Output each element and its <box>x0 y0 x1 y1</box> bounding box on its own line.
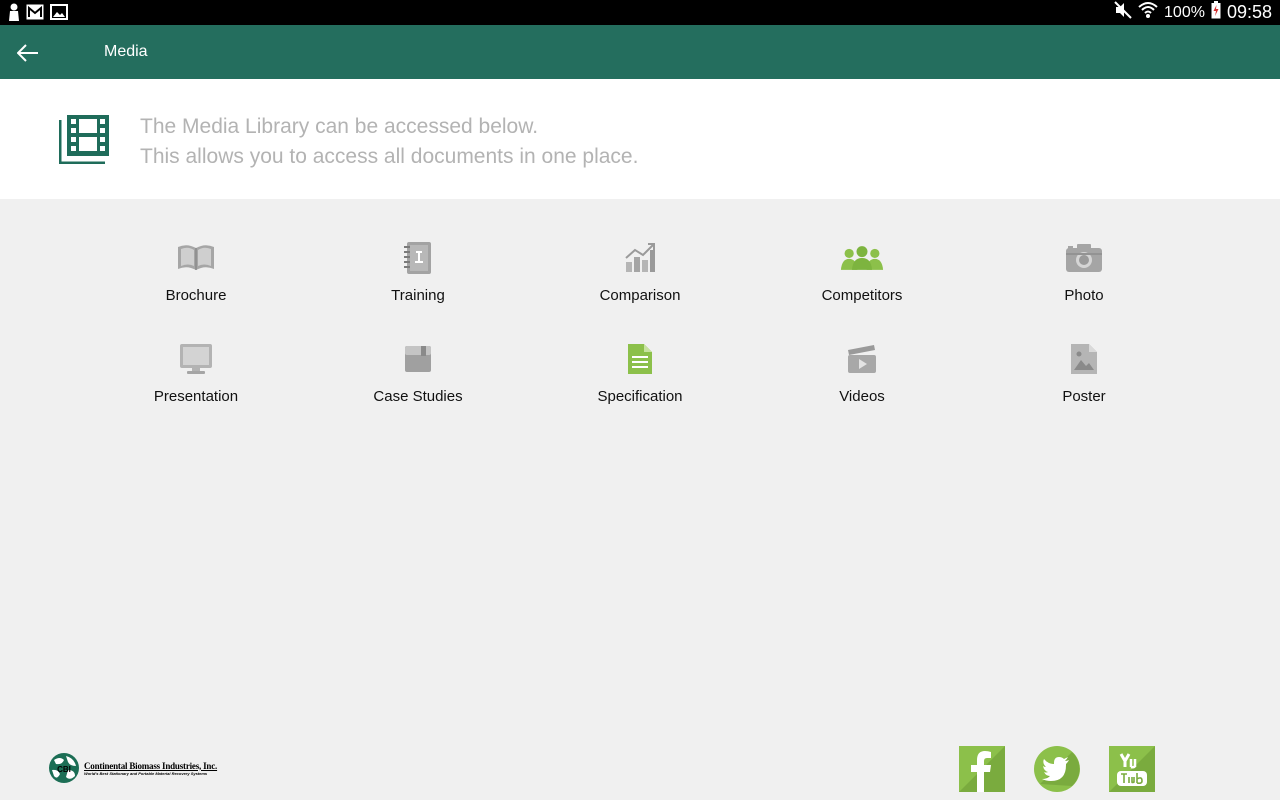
battery-icon <box>1211 1 1221 24</box>
category-poster[interactable]: Poster <box>973 339 1195 419</box>
category-presentation[interactable]: Presentation <box>85 339 307 419</box>
back-button[interactable] <box>14 39 42 67</box>
gallery-icon <box>50 4 68 25</box>
category-case-studies[interactable]: Case Studies <box>307 339 529 419</box>
media-category-grid: Brochure Training Comparison Competitors… <box>85 238 1195 419</box>
clapperboard-icon <box>840 339 884 379</box>
company-name: Continental Biomass Industries, Inc. <box>84 760 218 771</box>
people-icon <box>840 238 884 278</box>
clock: 09:58 <box>1226 2 1272 22</box>
category-competitors[interactable]: Competitors <box>751 238 973 318</box>
category-photo[interactable]: Photo <box>973 238 1195 318</box>
youtube-icon <box>1109 746 1155 792</box>
book-icon <box>174 238 218 278</box>
category-label: Specification <box>597 388 683 405</box>
facebook-icon <box>959 746 1005 792</box>
facebook-button[interactable] <box>959 746 1005 792</box>
logo-initials: CBI <box>57 765 71 774</box>
folder-icon <box>396 339 440 379</box>
category-training[interactable]: Training <box>307 238 529 318</box>
category-specification[interactable]: Specification <box>529 339 751 419</box>
notification-person-icon <box>8 3 20 26</box>
app-bar: Media <box>0 25 1280 79</box>
category-label: Poster <box>1062 388 1106 405</box>
category-videos[interactable]: Videos <box>751 339 973 419</box>
intro-line-1: The Media Library can be accessed below. <box>140 115 539 138</box>
image-icon <box>1062 339 1106 379</box>
category-label: Brochure <box>165 287 227 304</box>
notebook-icon <box>396 238 440 278</box>
wifi-icon <box>1138 1 1158 24</box>
category-label: Presentation <box>153 388 239 405</box>
company-tagline: World's Best Stationary and Portable Mat… <box>84 770 208 776</box>
category-label: Videos <box>839 388 885 405</box>
arrow-left-icon <box>17 44 38 62</box>
globe-logo-icon: CBI <box>49 753 79 783</box>
category-label: Case Studies <box>373 388 463 405</box>
page-title: Media <box>104 43 148 60</box>
status-bar: 100% 09:58 <box>0 0 1280 25</box>
company-logo: CBI Continental Biomass Industries, Inc.… <box>48 752 217 784</box>
camera-icon <box>1062 238 1106 278</box>
category-brochure[interactable]: Brochure <box>85 238 307 318</box>
intro-text: The Media Library can be accessed below.… <box>140 112 638 172</box>
category-label: Photo <box>1064 287 1104 304</box>
gmail-icon <box>26 4 44 25</box>
intro-line-2: This allows you to access all documents … <box>140 145 639 168</box>
category-label: Training <box>391 287 445 304</box>
media-library-icon <box>58 114 111 169</box>
battery-percent: 100% <box>1164 3 1205 21</box>
chart-icon <box>618 238 662 278</box>
document-icon <box>618 339 662 379</box>
twitter-button[interactable] <box>1034 746 1080 792</box>
twitter-icon <box>1034 746 1080 792</box>
category-label: Comparison <box>599 287 681 304</box>
category-comparison[interactable]: Comparison <box>529 238 751 318</box>
mute-icon <box>1114 1 1132 24</box>
youtube-button[interactable] <box>1109 746 1155 792</box>
category-label: Competitors <box>821 287 903 304</box>
monitor-icon <box>174 339 218 379</box>
